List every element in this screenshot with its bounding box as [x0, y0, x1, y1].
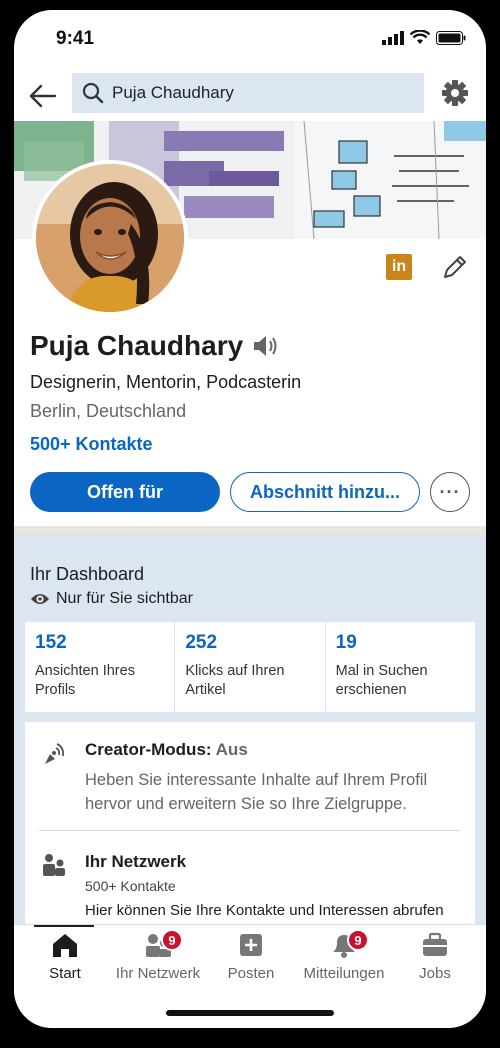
- people-icon: [43, 854, 65, 876]
- contacts-link[interactable]: 500+ Kontakte: [30, 434, 153, 455]
- dashboard-card: Creator-Modus: Aus Heben Sie interessant…: [25, 722, 475, 942]
- stat-value: 252: [185, 632, 218, 653]
- stat-label: Klicks auf Ihren Artikel: [185, 663, 285, 698]
- post-icon: [240, 934, 262, 956]
- open-for-button[interactable]: Offen für: [30, 472, 220, 512]
- status-time: 9:41: [56, 28, 95, 49]
- profile-actions: in: [386, 254, 468, 280]
- creator-mode-item[interactable]: Creator-Modus: Aus Heben Sie interessant…: [25, 722, 475, 816]
- creator-mode-status: Aus: [215, 740, 248, 759]
- profile-button-row: Offen für Abschnitt hinzu... ···: [30, 472, 470, 512]
- stat-label: Mal in Suchen erschienen: [335, 663, 428, 698]
- creator-mode-title: Creator-Modus: Aus: [85, 740, 461, 760]
- section-divider: [14, 526, 486, 534]
- search-input[interactable]: Puja Chaudhary: [72, 73, 424, 113]
- linkedin-badge-icon[interactable]: in: [386, 254, 412, 280]
- nav-active-indicator: [34, 925, 94, 927]
- speaker-icon[interactable]: [251, 334, 281, 358]
- profile-headline: Designerin, Mentorin, Podcasterin: [30, 372, 302, 392]
- search-query: Puja Chaudhary: [112, 83, 234, 102]
- dashboard-section: Ihr Dashboard Nur für Sie sichtbar 152 A…: [14, 534, 486, 942]
- signal-icon: [382, 30, 404, 45]
- stat-article-clicks[interactable]: 252 Klicks auf Ihren Artikel: [175, 622, 326, 712]
- eye-icon: [31, 594, 49, 604]
- dashboard-visibility: Nur für Sie sichtbar: [30, 590, 193, 608]
- creator-mode-description: Heben Sie interessante Inhalte auf Ihrem…: [85, 771, 428, 813]
- nav-label: Jobs: [419, 965, 451, 982]
- avatar[interactable]: [32, 160, 188, 316]
- home-icon: [53, 934, 77, 957]
- profile-location: Berlin, Deutschland: [30, 401, 187, 421]
- dashboard-title: Ihr Dashboard: [30, 564, 145, 584]
- name-row: Puja Chaudhary: [30, 330, 281, 362]
- add-section-button[interactable]: Abschnitt hinzu...: [230, 472, 420, 512]
- stat-value: 152: [35, 632, 67, 653]
- nav-item-post[interactable]: Posten: [204, 931, 298, 982]
- visibility-label: Nur für Sie sichtbar: [56, 590, 193, 607]
- status-icons: [382, 30, 466, 45]
- pencil-icon[interactable]: [442, 254, 468, 280]
- more-options-button[interactable]: ···: [430, 472, 470, 512]
- wifi-icon: [410, 30, 430, 44]
- gear-icon[interactable]: [440, 78, 470, 108]
- stat-search-appearances[interactable]: 19 Mal in Suchen erschienen: [326, 622, 475, 712]
- search-icon: [82, 82, 104, 104]
- nav-label: Mitteilungen: [303, 965, 385, 982]
- card-divider: [39, 830, 461, 831]
- home-indicator[interactable]: [166, 1010, 334, 1016]
- stat-profile-views[interactable]: 152 Ansichten Ihres Profils: [25, 622, 176, 712]
- nav-label: Posten: [227, 965, 275, 982]
- network-count: 500+ Kontakte: [85, 878, 176, 894]
- stat-label: Ansichten Ihres Profils: [35, 663, 135, 698]
- status-bar: 9:41: [14, 10, 486, 68]
- notification-badge: 9: [161, 929, 183, 951]
- notification-badge: 9: [347, 929, 369, 951]
- broadcast-icon: [45, 743, 65, 764]
- briefcase-icon: [423, 932, 447, 956]
- stat-value: 19: [335, 632, 357, 653]
- creator-mode-label: Creator-Modus:: [85, 740, 212, 759]
- nav-label: Ihr Netzwerk: [115, 965, 201, 982]
- phone-screen: 9:41 Puja Chaudhary in Puja Chaudhary De…: [14, 10, 486, 1028]
- network-title: Ihr Netzwerk: [85, 852, 187, 871]
- battery-icon: [436, 30, 466, 45]
- back-arrow-icon[interactable]: [28, 82, 58, 110]
- nav-label: Start: [49, 965, 81, 982]
- nav-item-notifications[interactable]: Mitteilungen 9: [297, 929, 391, 982]
- profile-name: Puja Chaudhary: [30, 330, 244, 361]
- dashboard-stats: 152 Ansichten Ihres Profils 252 Klicks a…: [25, 622, 475, 712]
- nav-item-jobs[interactable]: Jobs: [388, 931, 482, 982]
- nav-item-start[interactable]: Start: [18, 931, 112, 982]
- nav-item-network[interactable]: Ihr Netzwerk 9: [111, 929, 205, 982]
- search-row: Puja Chaudhary: [14, 72, 486, 120]
